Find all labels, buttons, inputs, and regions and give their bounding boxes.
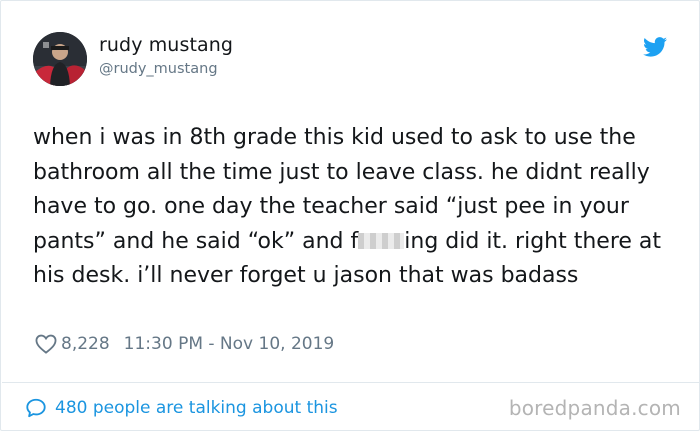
heart-icon[interactable] [35, 334, 57, 354]
timestamp[interactable]: 11:30 PM - Nov 10, 2019 [124, 334, 335, 354]
censored-word [358, 232, 405, 249]
twitter-bird-icon[interactable] [643, 37, 667, 57]
tweet-card: rudy mustang @rudy_mustang when i was in… [0, 0, 700, 431]
divider [2, 382, 700, 383]
tweet-text: when i was in 8th grade this kid used to… [33, 121, 683, 294]
talking-about-text[interactable]: 480 people are talking about this [55, 398, 338, 418]
like-count[interactable]: 8,228 [61, 334, 110, 354]
tweet-meta: 8,228 11:30 PM - Nov 10, 2019 [35, 331, 334, 357]
talking-about-link[interactable]: 480 people are talking about this [25, 395, 338, 421]
avatar[interactable] [33, 32, 87, 86]
author-handle[interactable]: @rudy_mustang [99, 61, 218, 77]
speech-bubble-icon [26, 398, 46, 418]
watermark: boredpanda.com [508, 396, 681, 420]
profile-photo-icon [33, 32, 87, 86]
author-name[interactable]: rudy mustang [99, 34, 233, 56]
